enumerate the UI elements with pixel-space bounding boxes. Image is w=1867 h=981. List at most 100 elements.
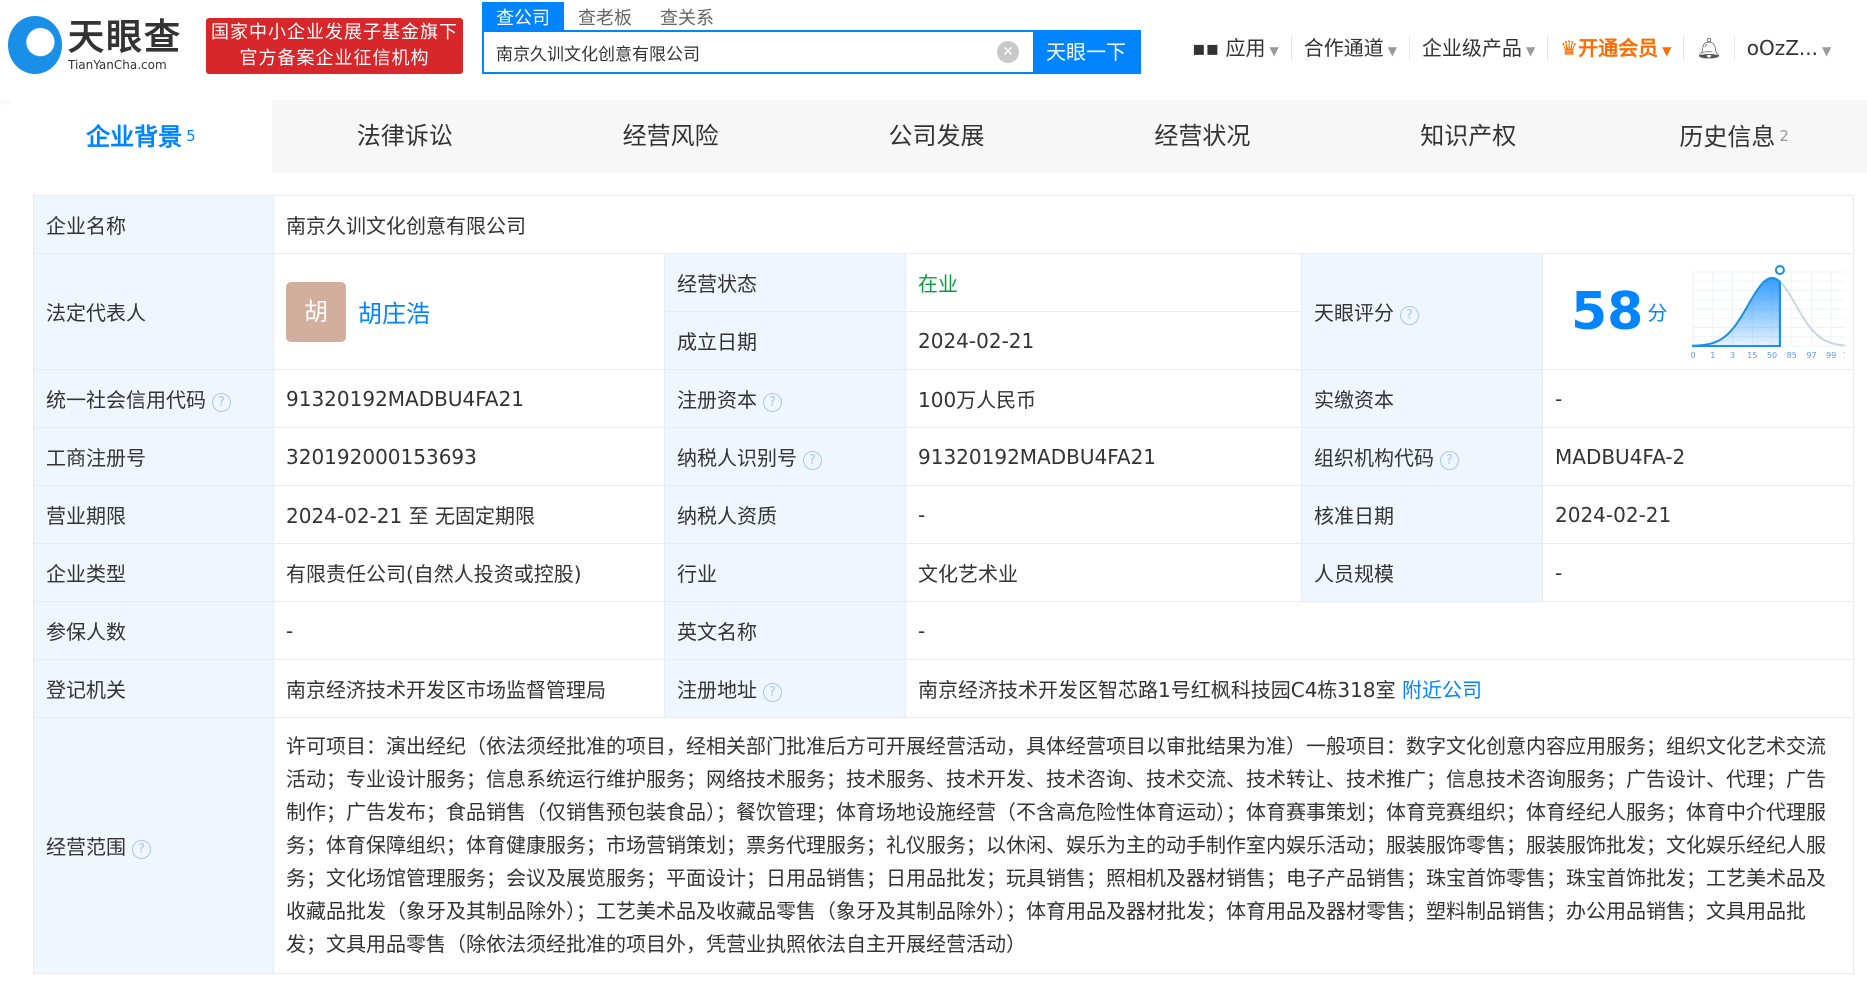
nav-enterprise[interactable]: 企业级产品 ▼: [1410, 36, 1549, 60]
staff-size: -: [1542, 543, 1854, 602]
tax-id: 91320192MADBU4FA21: [905, 427, 1302, 486]
label: 天眼评分: [1314, 301, 1394, 325]
label: 核准日期: [1301, 485, 1543, 544]
grid-icon: ▪▪: [1192, 36, 1226, 60]
found-date: 2024-02-21: [905, 311, 1302, 370]
caret-down-icon: ▼: [1662, 44, 1672, 58]
help-icon[interactable]: ?: [1440, 451, 1459, 470]
business-term: 2024-02-21 至 无固定期限: [273, 485, 665, 544]
tab-ip[interactable]: 知识产权: [1335, 100, 1601, 173]
search-input[interactable]: [484, 32, 997, 72]
label: 营业期限: [33, 485, 274, 544]
help-icon[interactable]: ?: [763, 683, 782, 702]
caret-down-icon: ▼: [1269, 44, 1279, 58]
logo-text: 天眼查: [68, 17, 183, 58]
tab-label: 经营状况: [1154, 122, 1251, 150]
tab-history[interactable]: 历史信息 2: [1601, 100, 1867, 173]
label: 参保人数: [33, 601, 274, 660]
tax-qualification: -: [905, 485, 1302, 544]
search-tab-relation[interactable]: 查关系: [646, 2, 728, 30]
label: 法定代表人: [33, 253, 274, 370]
avatar: 胡: [286, 281, 346, 342]
x-tick-label: 0: [1691, 351, 1696, 360]
help-icon[interactable]: ?: [1400, 306, 1419, 325]
label: 人员规模: [1301, 543, 1543, 602]
tab-label: 法律诉讼: [356, 122, 453, 150]
registered-address: 南京经济技术开发区智芯路1号红枫科技园C4栋318室: [918, 678, 1396, 702]
score-area: [1692, 276, 1782, 347]
label: 行业: [664, 543, 906, 602]
caret-down-icon: ▼: [1821, 44, 1832, 58]
label: 组织机构代码: [1314, 446, 1434, 470]
section-tabs: 企业背景 5 法律诉讼 经营风险 公司发展 经营状况 知识产权 历史信息 2: [10, 100, 1867, 173]
clear-icon[interactable]: ✕: [997, 41, 1019, 63]
nav-label: 合作通道: [1303, 36, 1384, 60]
status-value: 在业: [905, 253, 1302, 312]
label: 注册地址: [677, 678, 757, 702]
tab-development[interactable]: 公司发展: [804, 100, 1070, 173]
nearby-companies-link[interactable]: 附近公司: [1402, 678, 1482, 702]
nav-vip[interactable]: ♛开通会员 ▼: [1548, 36, 1685, 60]
search-button[interactable]: 天眼一下: [1033, 32, 1139, 72]
company-info-table: 企业名称 南京久训文化创意有限公司 法定代表人 胡胡庄浩 经营状态 在业 天眼评分…: [33, 195, 1854, 974]
nav-label: 应用: [1225, 36, 1266, 60]
caret-down-icon: ▼: [1525, 44, 1536, 58]
score-unit: 分: [1647, 301, 1668, 325]
logo[interactable]: 天眼查 TianYanCha.com: [8, 16, 182, 74]
approve-date: 2024-02-21: [1542, 485, 1854, 544]
nav-apps[interactable]: ▪▪ 应用 ▼: [1180, 36, 1292, 60]
logo-icon: [8, 16, 62, 74]
registration-authority: 南京经济技术开发区市场监督管理局: [273, 659, 665, 718]
tab-count: 2: [1779, 127, 1789, 145]
x-tick-label: 50: [1767, 351, 1777, 360]
insured-count: -: [273, 601, 665, 660]
x-tick-label: 100: [1844, 351, 1845, 360]
label: 纳税人资质: [664, 485, 906, 544]
certification-badge[interactable]: 国家中小企业发展子基金旗下 官方备案企业征信机构: [206, 18, 463, 74]
x-tick-label: 1: [1711, 351, 1716, 360]
x-tick-label: 97: [1807, 351, 1817, 360]
crown-icon: ♛: [1560, 36, 1579, 60]
search-bar: ✕ 天眼一下: [482, 30, 1141, 74]
reg-number: 320192000153693: [273, 427, 665, 486]
paid-capital: -: [1542, 369, 1854, 428]
remaining-curve: [1779, 280, 1845, 346]
tab-label: 知识产权: [1420, 122, 1517, 150]
tab-litigation[interactable]: 法律诉讼: [272, 100, 538, 173]
legal-rep-link[interactable]: 胡庄浩: [358, 300, 430, 328]
score-value: 58: [1571, 281, 1644, 342]
help-icon[interactable]: ?: [212, 393, 231, 412]
score-marker-pin: [1775, 264, 1786, 275]
notification-bell-icon[interactable]: 🔔︎: [1684, 36, 1735, 60]
search-tab-company[interactable]: 查公司: [482, 2, 564, 30]
help-icon[interactable]: ?: [132, 840, 151, 859]
company-type: 有限责任公司(自然人投资或控股): [273, 543, 665, 602]
tab-label: 经营风险: [622, 122, 719, 150]
tab-risk[interactable]: 经营风险: [538, 100, 804, 173]
tab-count: 5: [186, 127, 196, 145]
registered-capital: 100万人民币: [905, 369, 1302, 428]
tab-label: 公司发展: [888, 122, 985, 150]
label: 工商注册号: [33, 427, 274, 486]
label: 成立日期: [664, 311, 906, 370]
user-menu[interactable]: oOzZ... ▼: [1735, 36, 1843, 60]
username: oOzZ...: [1746, 36, 1818, 60]
badge-line: 国家中小企业发展子基金旗下: [211, 22, 458, 43]
nav-cooperation[interactable]: 合作通道 ▼: [1292, 36, 1410, 60]
score-distribution-chart[interactable]: 0 1 3 15 50 85 97 99 100: [1687, 262, 1845, 362]
help-icon[interactable]: ?: [763, 393, 782, 412]
tab-operation[interactable]: 经营状况: [1069, 100, 1335, 173]
label: 登记机关: [33, 659, 274, 718]
search-tab-boss[interactable]: 查老板: [564, 2, 646, 30]
company-name: 南京久训文化创意有限公司: [273, 195, 1854, 254]
logo-url: TianYanCha.com: [68, 58, 167, 72]
label: 统一社会信用代码: [46, 388, 206, 412]
help-icon[interactable]: ?: [803, 451, 822, 470]
org-code: MADBU4FA-2: [1542, 427, 1854, 486]
x-tick-label: 3: [1730, 351, 1735, 360]
tab-label: 历史信息: [1679, 123, 1776, 151]
label: 注册资本: [677, 388, 757, 412]
tab-background[interactable]: 企业背景 5: [10, 100, 272, 173]
nav-label: 开通会员: [1578, 36, 1659, 60]
english-name: -: [905, 601, 1854, 660]
